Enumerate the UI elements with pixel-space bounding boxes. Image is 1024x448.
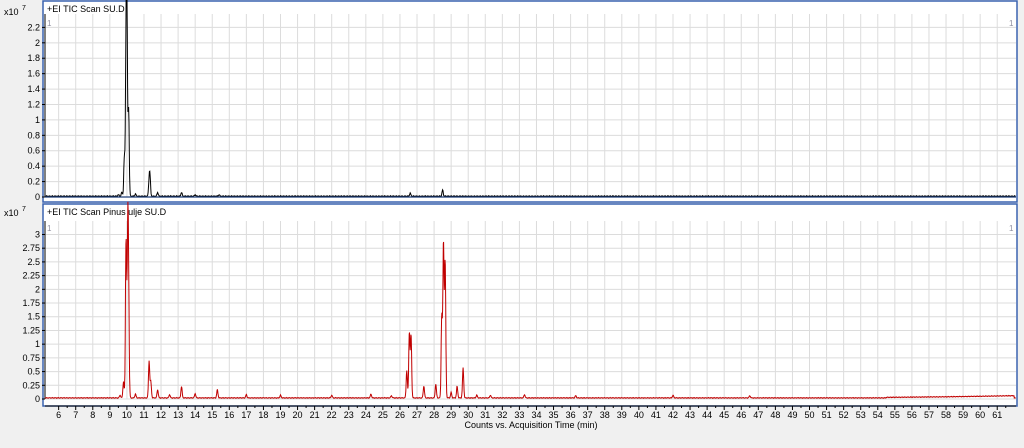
y-tick-label: 2.75 [22,243,40,253]
panel-2-y-axis: 0 0.25 0.5 0.75 1 1.25 1.5 1.75 2 2.25 2.5 2.75 3 [22,221,46,404]
x-tick-label: 32 [497,410,507,420]
x-tick-label: 53 [856,410,866,420]
x-tick-label: 36 [566,410,576,420]
x-tick-label: 25 [378,410,388,420]
panel-2-cursor-left: 1 [47,224,52,233]
x-tick-label: 17 [241,410,251,420]
chromatogram-chart: x10 7 +EI TIC Scan SU.D 1 1 0 0.2 0.4 0.6 0.… [4,0,1018,430]
x-tick-label: 10 [122,410,132,420]
panel-2-title: +EI TIC Scan Pinus ulje SU.D [47,207,167,217]
y-tick-label: 1.2 [27,99,40,109]
x-tick-label: 41 [651,410,661,420]
x-tick-label: 61 [992,410,1002,420]
panel-1-scale-exponent: 7 [22,5,26,12]
x-tick-label: 54 [873,410,883,420]
panel-1-scale-label: x10 [4,7,19,17]
x-tick-label: 58 [941,410,951,420]
panel-2-scale-label: x10 [4,208,19,218]
y-tick-label: 0.6 [27,146,40,156]
x-tick-label: 35 [549,410,559,420]
x-tick-label: 38 [600,410,610,420]
x-tick-label: 44 [702,410,712,420]
y-tick-label: 0.5 [27,367,40,377]
x-tick-label: 56 [907,410,917,420]
x-tick-label: 52 [839,410,849,420]
x-tick-label: 50 [805,410,815,420]
x-axis: 6 7 8 9 10 11 12 13 14 15 16 17 18 19 20 21 22 23 24 25 26 27… [45,405,1016,420]
panel-2-cursor-right: 1 [1009,224,1014,233]
y-tick-label: 0.75 [22,353,40,363]
y-tick-label: 0.8 [27,130,40,140]
x-tick-label: 19 [275,410,285,420]
y-tick-label: 1.4 [27,84,40,94]
x-tick-label: 33 [514,410,524,420]
x-tick-label: 30 [463,410,473,420]
panel-1-cursor-left: 1 [47,19,52,28]
x-tick-label: 29 [446,410,456,420]
chromatogram-window: x10 7 +EI TIC Scan SU.D 1 1 0 0.2 0.4 0.6 0.… [0,0,1024,443]
y-tick-label: 1.8 [27,53,40,63]
x-tick-label: 21 [310,410,320,420]
y-tick-label: 0.4 [27,161,40,171]
x-tick-label: 48 [770,410,780,420]
x-tick-label: 26 [395,410,405,420]
x-tick-label: 7 [73,410,78,420]
x-tick-label: 51 [822,410,832,420]
y-tick-label: 2.2 [27,22,40,32]
y-tick-label: 0.25 [22,380,40,390]
x-tick-label: 46 [736,410,746,420]
y-tick-label: 1 [35,115,40,125]
x-tick-label: 24 [361,410,371,420]
x-tick-label: 12 [156,410,166,420]
panel-1-cursor-right: 1 [1009,19,1014,28]
x-tick-label: 43 [685,410,695,420]
x-tick-label: 49 [787,410,797,420]
y-tick-label: 2 [35,38,40,48]
x-tick-label: 34 [531,410,541,420]
x-tick-label: 14 [190,410,200,420]
y-tick-label: 0 [35,394,40,404]
x-tick-label: 23 [344,410,354,420]
y-tick-label: 1.75 [22,298,40,308]
x-tick-label: 11 [139,410,148,420]
x-tick-label: 13 [173,410,183,420]
x-tick-label: 20 [293,410,303,420]
y-tick-label: 3 [35,229,40,239]
x-tick-label: 59 [958,410,968,420]
x-tick-label: 39 [617,410,627,420]
y-tick-label: 2.5 [27,257,40,267]
x-tick-label: 55 [890,410,900,420]
x-axis-title: Counts vs. Acquisition Time (min) [464,420,597,430]
x-tick-label: 28 [429,410,439,420]
y-tick-label: 1 [35,339,40,349]
panel-1[interactable]: x10 7 +EI TIC Scan SU.D 1 1 0 0.2 0.4 0.6 0.… [4,0,1018,203]
panel-2[interactable]: x10 7 +EI TIC Scan Pinus ulje SU.D 1 1 0… [4,201,1018,407]
y-tick-label: 1.5 [27,312,40,322]
x-tick-label: 45 [719,410,729,420]
x-tick-label: 22 [327,410,337,420]
x-tick-label: 42 [668,410,678,420]
x-tick-label: 27 [412,410,422,420]
y-tick-label: 0.2 [27,177,40,187]
x-tick-label: 16 [224,410,234,420]
y-tick-label: 2.25 [22,271,40,281]
x-tick-label: 31 [480,410,490,420]
y-tick-label: 0 [35,192,40,202]
panel-1-title: +EI TIC Scan SU.D [47,4,125,14]
x-tick-label: 60 [975,410,985,420]
y-tick-label: 1.6 [27,69,40,79]
panel-1-frame [42,0,1018,203]
x-tick-label: 15 [207,410,217,420]
x-tick-label: 18 [258,410,268,420]
y-tick-label: 1.25 [22,325,40,335]
x-tick-label: 57 [924,410,934,420]
y-tick-label: 2 [35,284,40,294]
x-tick-label: 37 [583,410,593,420]
x-tick-label: 9 [107,410,112,420]
x-tick-label: 8 [90,410,95,420]
x-tick-label: 40 [634,410,644,420]
x-tick-label: 47 [753,410,763,420]
panel-2-scale-exponent: 7 [22,206,26,213]
x-tick-label: 6 [56,410,61,420]
